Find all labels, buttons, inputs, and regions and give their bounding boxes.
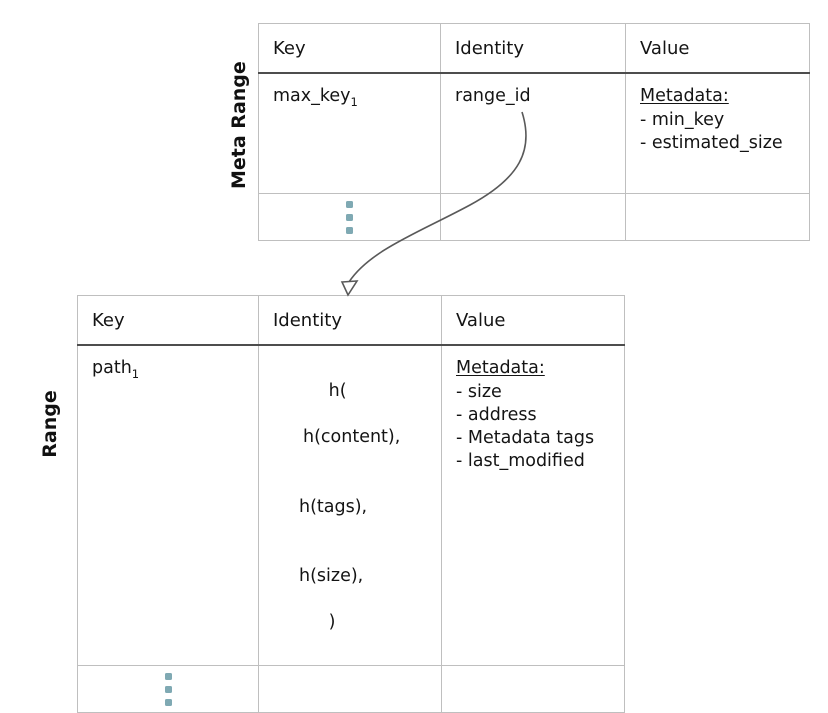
- range-ellipsis-row: [77, 665, 625, 713]
- range-header-value: Value: [441, 295, 625, 347]
- meta-range-metadata-item: - estimated_size: [640, 133, 783, 154]
- range-header-identity-label: Identity: [273, 310, 342, 331]
- range-table: Key Identity Value path1 h( h(content), …: [77, 295, 625, 713]
- meta-range-side-label: Meta Range: [228, 61, 250, 189]
- meta-range-key-subscript: 1: [350, 95, 358, 110]
- meta-range-identity-text: range_id: [455, 86, 531, 107]
- meta-range-ellipsis-row: [258, 193, 810, 242]
- range-header-identity: Identity: [258, 295, 442, 347]
- range-identity-inner-item: h(content),: [303, 427, 401, 448]
- vertical-ellipsis-icon: [259, 194, 440, 240]
- meta-range-cell-identity: range_id: [440, 72, 626, 195]
- meta-range-data-row: max_key1 range_id Metadata: - min_key - …: [258, 72, 810, 195]
- vertical-ellipsis-icon: [78, 666, 258, 712]
- range-metadata-list: - size - address - Metadata tags - last_…: [456, 381, 610, 473]
- meta-range-key-text: max_key: [273, 86, 351, 107]
- arrowhead-open-triangle-icon: [340, 280, 359, 297]
- meta-range-table: Key Identity Value max_key1 range_id Met…: [258, 23, 810, 242]
- range-header-key: Key: [77, 295, 259, 347]
- meta-range-cell-key: max_key1: [258, 72, 441, 195]
- meta-range-header-row: Key Identity Value: [258, 23, 810, 75]
- meta-range-ellipsis-cell: [258, 193, 441, 242]
- range-identity-hash-block: h( h(content), h(tags), h(size), ): [273, 357, 427, 657]
- meta-range-ellipsis-cell-value: [625, 193, 810, 242]
- range-metadata-item: - Metadata tags: [456, 428, 595, 449]
- meta-range-header-identity: Identity: [440, 23, 626, 75]
- range-metadata-item: - last_modified: [456, 451, 585, 472]
- meta-range-header-key-label: Key: [273, 38, 306, 59]
- range-data-row: path1 h( h(content), h(tags), h(size), )…: [77, 344, 625, 667]
- range-header-row: Key Identity Value: [77, 295, 625, 347]
- range-identity-close: ): [328, 612, 336, 633]
- meta-range-header-value: Value: [625, 23, 810, 75]
- range-cell-value: Metadata: - size - address - Metadata ta…: [441, 344, 625, 667]
- range-identity-open: h(: [328, 381, 347, 402]
- range-metadata-title: Metadata:: [456, 358, 545, 379]
- range-metadata-item: - address: [456, 405, 537, 426]
- meta-range-metadata-title: Metadata:: [640, 86, 729, 107]
- range-cell-key: path1: [77, 344, 259, 667]
- range-ellipsis-cell: [77, 665, 259, 713]
- range-ellipsis-cell-value: [441, 665, 625, 713]
- meta-range-ellipsis-cell-identity: [440, 193, 626, 242]
- range-metadata-item: - size: [456, 382, 502, 403]
- meta-range-header-key: Key: [258, 23, 441, 75]
- range-cell-identity: h( h(content), h(tags), h(size), ): [258, 344, 442, 667]
- range-header-key-label: Key: [92, 310, 125, 331]
- range-key-subscript: 1: [131, 367, 140, 382]
- meta-range-metadata-list: - min_key - estimated_size: [640, 109, 795, 155]
- meta-range-header-value-label: Value: [640, 38, 690, 59]
- range-identity-inner-item: h(tags),: [299, 496, 368, 517]
- meta-range-header-identity-label: Identity: [455, 38, 524, 59]
- range-header-value-label: Value: [456, 310, 506, 331]
- range-ellipsis-cell-identity: [258, 665, 442, 713]
- range-identity-inner-item: h(size),: [299, 565, 364, 586]
- range-side-label: Range: [39, 390, 61, 458]
- range-key-text: path: [92, 358, 132, 379]
- meta-range-cell-value: Metadata: - min_key - estimated_size: [625, 72, 810, 195]
- meta-range-metadata-item: - min_key: [640, 110, 725, 131]
